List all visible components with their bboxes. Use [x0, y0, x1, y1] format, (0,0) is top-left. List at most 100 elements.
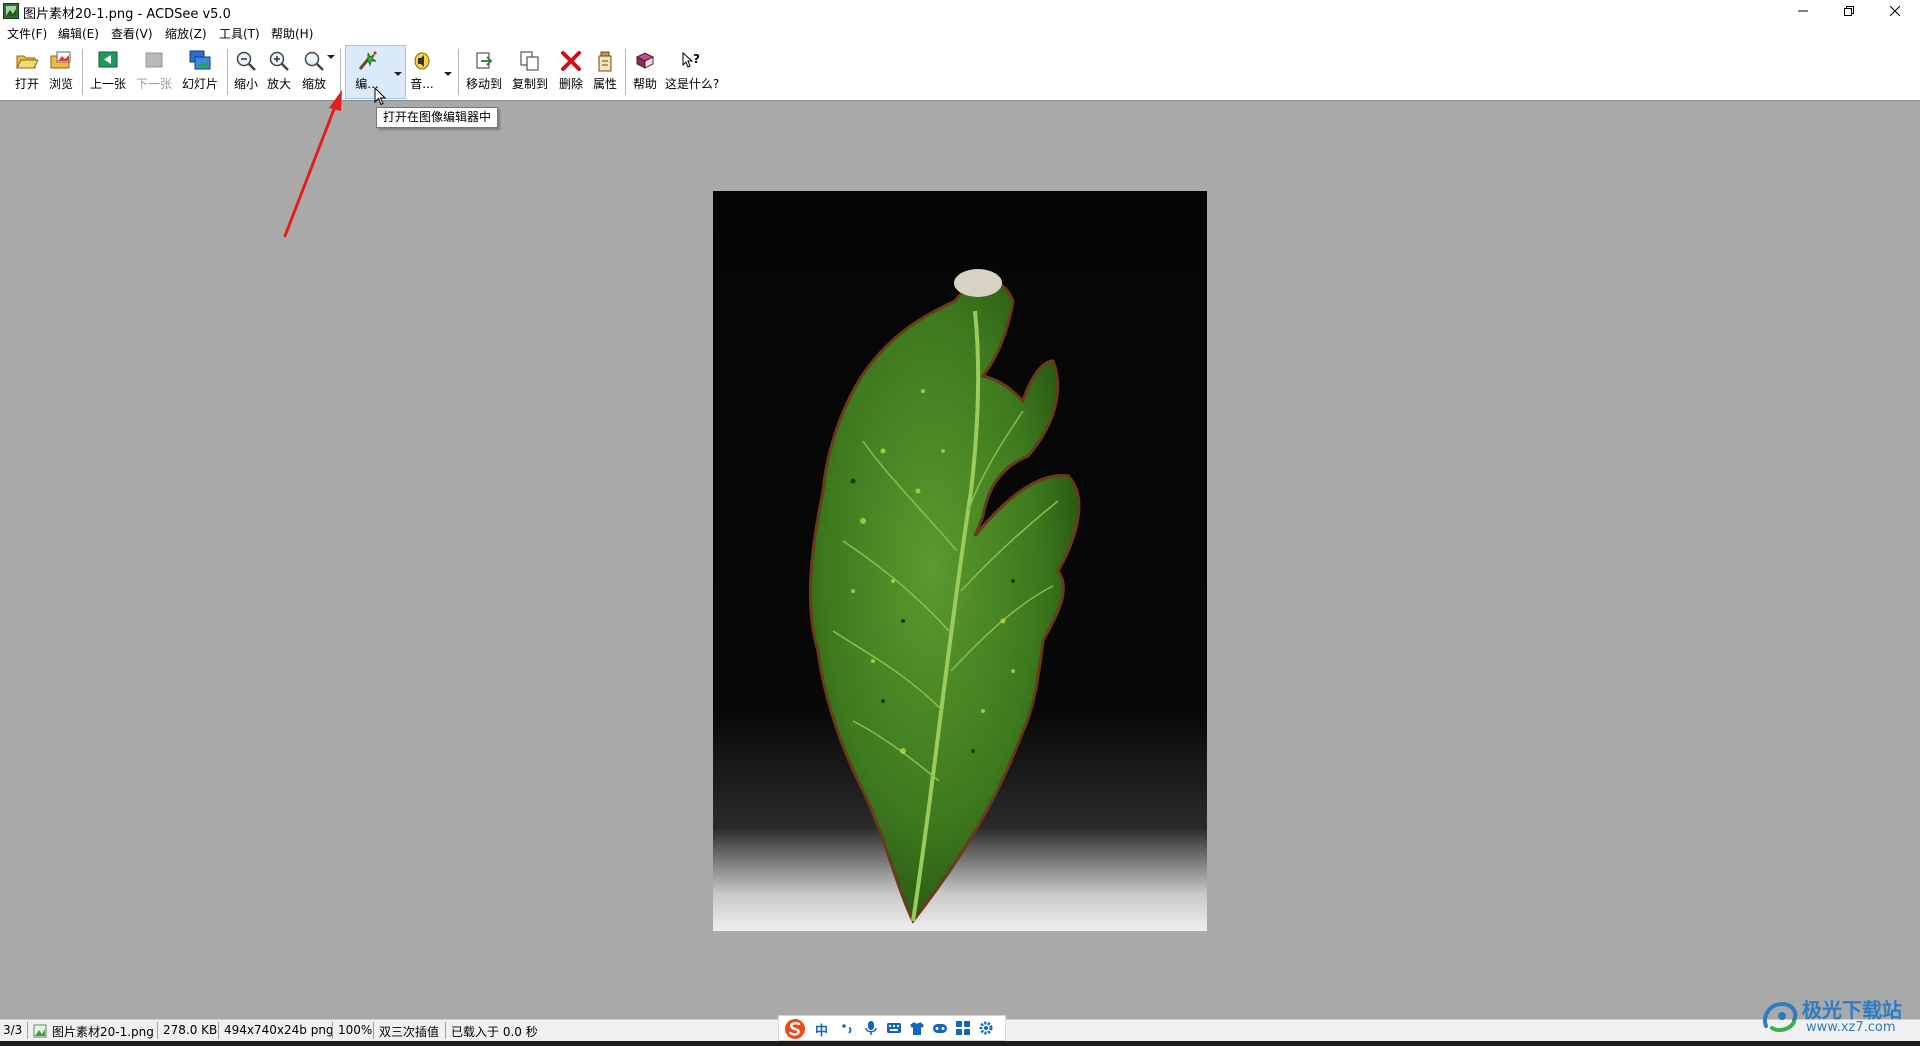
audio-dropdown-icon[interactable]: [444, 72, 452, 76]
help-book-icon: [635, 52, 655, 69]
copy-to-icon: [520, 51, 539, 71]
status-divider: [218, 1022, 219, 1039]
edit-dropdown-icon[interactable]: [394, 72, 402, 76]
help-button[interactable]: 帮助: [630, 49, 660, 97]
toolbar-separator: [458, 49, 459, 95]
ime-chinese-mode[interactable]: 中: [815, 1020, 828, 1039]
zoom-dropdown-icon[interactable]: [327, 55, 335, 59]
menu-zoom[interactable]: 缩放(Z): [165, 25, 207, 42]
open-label: 打开: [14, 77, 39, 91]
menu-view[interactable]: 查看(V): [111, 25, 153, 42]
next-image-icon: [145, 52, 163, 68]
copy-to-button[interactable]: 复制到: [510, 49, 550, 97]
delete-button[interactable]: 删除: [556, 49, 586, 97]
zoom-out-button[interactable]: 缩小: [231, 49, 261, 97]
move-to-label: 移动到: [465, 77, 502, 91]
status-filesize: 278.0 KB: [163, 1023, 218, 1037]
watermark-logo-icon: [1763, 1001, 1798, 1032]
status-zoom: 100%: [338, 1023, 373, 1037]
audio-label: 音...: [410, 77, 434, 91]
edit-tooltip: 打开在图像编辑器中: [376, 107, 499, 128]
game-controller-icon[interactable]: [932, 1020, 948, 1036]
status-divider: [27, 1022, 28, 1039]
previous-image-icon: [98, 51, 118, 68]
move-to-button[interactable]: 移动到: [464, 49, 504, 97]
speaker-icon: [414, 52, 430, 70]
toolbar-separator: [82, 49, 83, 95]
leaf-photo: [713, 191, 1207, 931]
delete-x-icon: [561, 51, 581, 71]
status-divider: [157, 1022, 158, 1039]
minimize-icon: [1798, 10, 1808, 12]
annotation-arrow-icon: [283, 90, 342, 238]
previous-image-button[interactable]: 上一张: [88, 49, 128, 97]
toolbox-grid-icon[interactable]: [955, 1020, 971, 1036]
edit-wand-icon: [358, 51, 377, 70]
status-divider: [332, 1022, 333, 1039]
browse-folder-icon: [50, 51, 71, 69]
delete-label: 删除: [558, 77, 583, 91]
window-title: 图片素材20-1.png - ACDSee v5.0: [23, 7, 231, 22]
settings-gear-icon[interactable]: [978, 1020, 994, 1036]
mouse-cursor-icon: [374, 87, 386, 106]
title-bar: 图片素材20-1.png - ACDSee v5.0: [0, 0, 1920, 22]
menu-tools[interactable]: 工具(T): [219, 25, 260, 42]
skin-shirt-icon[interactable]: [909, 1020, 925, 1036]
properties-label: 属性: [592, 77, 617, 91]
status-filename: 图片素材20-1.png: [52, 1025, 154, 1039]
microphone-icon[interactable]: [863, 1020, 879, 1036]
slideshow-button[interactable]: 幻灯片: [180, 49, 220, 97]
acdsee-app-icon: [3, 3, 19, 19]
browse-button[interactable]: 浏览: [46, 49, 76, 97]
menu-bar: 文件(F) 编辑(E) 查看(V) 缩放(Z) 工具(T) 帮助(H): [0, 22, 1920, 43]
whats-this-icon: ?: [682, 51, 700, 68]
browse-label: 浏览: [48, 77, 73, 91]
leaf-tip-highlight: [954, 269, 1002, 297]
move-to-icon: [476, 52, 493, 69]
open-button[interactable]: 打开: [12, 49, 42, 97]
toolbar-separator: [227, 49, 228, 95]
status-divider: [445, 1022, 446, 1039]
status-divider: [373, 1022, 374, 1039]
next-image-button: 下一张: [134, 49, 174, 97]
whats-this-button[interactable]: ? 这是什么?: [664, 49, 720, 97]
status-index: 3/3: [3, 1023, 23, 1037]
zoom-icon: [304, 51, 324, 71]
watermark-brand: 极光下载站: [1802, 998, 1902, 1022]
next-image-label: 下一张: [135, 77, 172, 91]
restore-icon: [1844, 6, 1854, 16]
zoom-out-icon: [236, 51, 256, 71]
restore-button[interactable]: [1826, 0, 1872, 22]
open-folder-icon: [16, 55, 39, 69]
previous-image-label: 上一张: [89, 77, 126, 91]
status-interpolation: 双三次插值: [379, 1025, 440, 1039]
menu-file[interactable]: 文件(F): [7, 25, 47, 42]
zoom-out-label: 缩小: [233, 77, 258, 91]
keyboard-icon[interactable]: [886, 1020, 902, 1036]
slideshow-label: 幻灯片: [181, 77, 218, 91]
menu-edit[interactable]: 编辑(E): [58, 25, 99, 42]
taskbar-edge: [0, 1041, 1920, 1046]
minimize-button[interactable]: [1780, 0, 1826, 22]
close-button[interactable]: [1872, 0, 1918, 22]
properties-button[interactable]: 属性: [590, 49, 620, 97]
whats-this-label: 这是什么?: [664, 77, 720, 91]
properties-icon: [598, 51, 612, 72]
watermark-url: www.xz7.com: [1806, 1020, 1896, 1035]
copy-to-label: 复制到: [511, 77, 548, 91]
status-dimensions: 494x740x24b png: [224, 1023, 334, 1037]
menu-help[interactable]: 帮助(H): [271, 25, 313, 42]
punctuation-icon[interactable]: [839, 1020, 855, 1036]
slideshow-icon: [189, 50, 211, 70]
ime-toolbar: 中: [778, 1015, 1006, 1041]
site-watermark: 极光下载站 www.xz7.com: [1760, 992, 1920, 1042]
png-file-icon: [33, 1024, 47, 1038]
toolbar-separator: [625, 49, 626, 95]
help-label: 帮助: [632, 77, 657, 91]
audio-button[interactable]: 音...: [406, 49, 438, 97]
zoom-in-icon: [269, 51, 289, 71]
close-icon: [1890, 6, 1900, 16]
svg-text:?: ?: [693, 52, 700, 66]
status-load-time: 已载入于 0.0 秒: [451, 1025, 538, 1039]
sogou-logo-icon[interactable]: [784, 1018, 806, 1040]
